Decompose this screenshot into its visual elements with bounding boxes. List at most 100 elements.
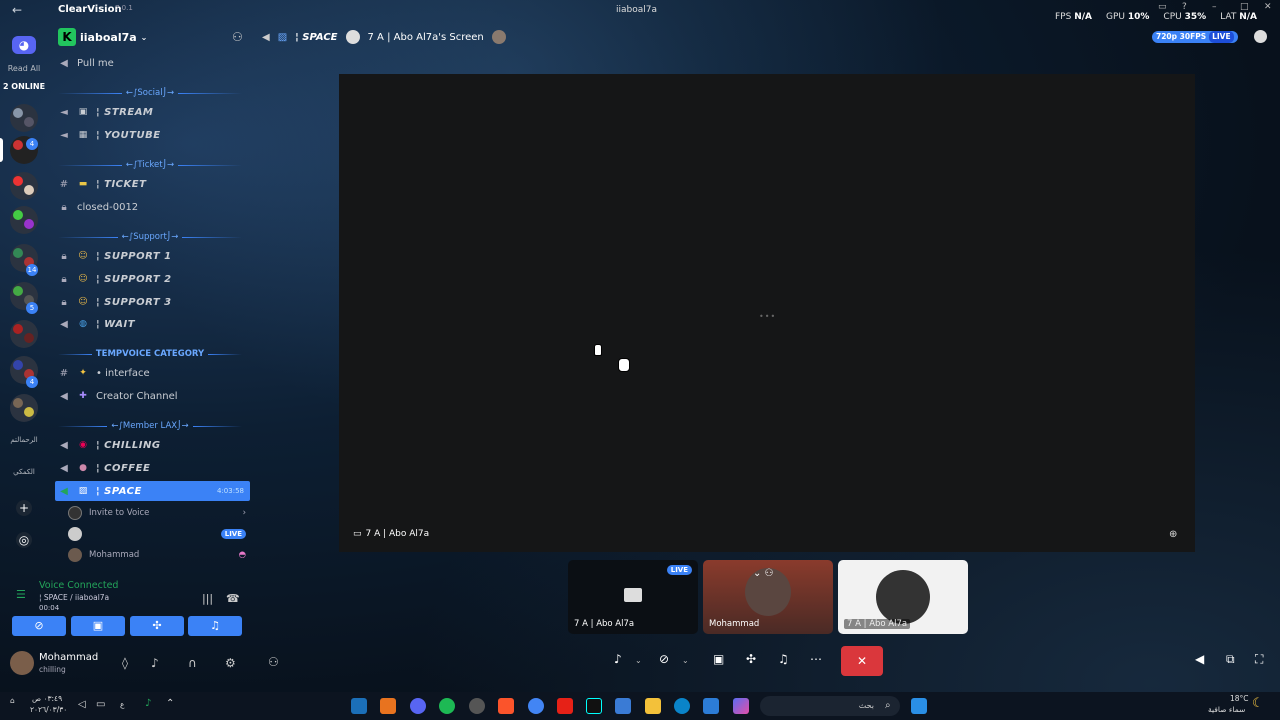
channel-chilling[interactable]: ◀ ◉ ¦ CHILLING [58, 435, 248, 455]
search-input[interactable]: بحث [760, 696, 900, 716]
store-app-icon[interactable] [615, 698, 631, 714]
screen-share-button[interactable]: ▣ [71, 616, 125, 636]
disconnect-icon[interactable]: ☎ [226, 592, 240, 605]
voice-status[interactable]: Voice Connected [39, 580, 118, 591]
microphone-icon[interactable]: ♪ [151, 656, 159, 670]
zoom-icon[interactable]: ⊕ [1169, 529, 1177, 540]
activities-icon[interactable]: ✣ [746, 652, 756, 666]
add-friend-icon[interactable]: ⚇ [268, 655, 279, 669]
maximize-icon[interactable]: □ [1240, 2, 1249, 12]
text-server[interactable]: الكمكي [0, 468, 48, 476]
voice-member[interactable]: Mohammad ◓ [68, 546, 246, 564]
channel-support-2[interactable]: 🔒︎ ☺ ¦ SUPPORT 2 [58, 269, 248, 289]
language-indicator[interactable]: ع [120, 700, 124, 709]
participant-tile[interactable]: 7 A | Abo Al7a [838, 560, 968, 634]
participant-tile[interactable]: LIVE 7 A | Abo Al7a [568, 560, 698, 634]
read-all-button[interactable]: Read All [0, 64, 48, 73]
add-member-icon[interactable]: ⚇ [232, 30, 243, 44]
category-tempvoice[interactable]: TEMPVOICE CATEGORY [58, 348, 243, 360]
screen-share-icon[interactable]: ▣ [713, 652, 724, 666]
voice-channel[interactable]: ¦ SPACE / iiaboal7a [39, 593, 109, 602]
steelseries-app-icon[interactable] [469, 698, 485, 714]
noise-suppression-icon[interactable]: ||| [202, 592, 213, 605]
server-icon[interactable] [10, 104, 38, 132]
avatar[interactable] [10, 651, 34, 675]
inbox-icon[interactable]: ▭ [1158, 2, 1167, 12]
speaker-icon[interactable]: ◁ [78, 699, 86, 710]
youtube-app-icon[interactable] [557, 698, 573, 714]
channel-closed[interactable]: 🔒︎ closed-0012 [58, 197, 248, 217]
gamepad-icon[interactable]: ◊ [122, 656, 128, 670]
microphone-icon[interactable]: ♪ [145, 698, 151, 709]
channel-youtube[interactable]: ◄ ▦ ¦ YOUTUBE [58, 125, 248, 145]
more-icon[interactable]: ⋯ [810, 652, 822, 666]
voice-member[interactable]: LIVE [68, 525, 246, 543]
chevron-up-icon[interactable]: ⌃ [166, 698, 174, 709]
chat-icon[interactable] [1254, 30, 1267, 43]
server-folder-icon[interactable] [10, 172, 38, 200]
channel-stream[interactable]: ◄ ▣ ¦ STREAM [58, 102, 248, 122]
invite-to-voice[interactable]: Invite to Voice › [68, 504, 246, 522]
participant-tile[interactable]: ⌄ ⚇ Mohammad [703, 560, 833, 634]
file-explorer-icon[interactable] [645, 698, 661, 714]
leave-call-button[interactable]: ✕ [841, 646, 883, 676]
volume-icon[interactable]: ◀ [1195, 652, 1204, 666]
brave-app-icon[interactable] [498, 698, 514, 714]
server-folder-icon[interactable] [10, 206, 38, 234]
channel-pull-me[interactable]: ◀ Pull me [58, 53, 248, 73]
category-social[interactable]: ←∫Social⌡→ [58, 87, 242, 99]
channel-support-1[interactable]: 🔒︎ ☺ ¦ SUPPORT 1 [58, 246, 248, 266]
channel-interface[interactable]: # ✦ • interface [58, 363, 248, 383]
server-icon[interactable] [10, 320, 38, 348]
text-server[interactable]: الرحمالتم [0, 436, 48, 444]
spotify-app-icon[interactable] [439, 698, 455, 714]
weather-temp[interactable]: 18°C [1230, 694, 1249, 703]
signal-icon[interactable]: ☰ [16, 588, 26, 601]
steam-app-icon[interactable] [351, 698, 367, 714]
copilot-app-icon[interactable] [733, 698, 749, 714]
server-header[interactable]: K iiaboal7a ⌄ [58, 28, 147, 46]
taskbar-tray-icon[interactable]: ⌂ [10, 696, 15, 705]
weather-desc[interactable]: سماء صافية [1208, 705, 1245, 714]
soundboard-button[interactable]: ♫ [188, 616, 242, 636]
close-icon[interactable]: ✕ [1264, 2, 1272, 12]
add-server-icon[interactable]: + [16, 500, 32, 516]
category-member-lax[interactable]: ←∫Member LAX⌡→ [58, 420, 242, 432]
edge-app-icon[interactable] [674, 698, 690, 714]
minimize-icon[interactable]: – [1212, 2, 1217, 12]
chevron-down-icon[interactable]: ⌄ [682, 656, 689, 665]
camera-off-button[interactable]: ⊘ [12, 616, 66, 636]
channel-coffee[interactable]: ◀ ● ¦ COFFEE [58, 458, 248, 478]
activities-button[interactable]: ✣ [130, 616, 184, 636]
windows-start-icon[interactable] [911, 698, 927, 714]
clock-date[interactable]: ٢٠٢٦/٠٣/٣٠ [30, 705, 67, 714]
discord-app-icon[interactable] [410, 698, 426, 714]
mail-app-icon[interactable] [703, 698, 719, 714]
help-icon[interactable]: ? [1182, 2, 1187, 12]
user-name[interactable]: Mohammad [39, 652, 98, 663]
headphones-icon[interactable]: ∩ [188, 656, 197, 670]
channel-space[interactable]: ◀ ▨ ¦ SPACE 4:03:58 [55, 481, 250, 501]
microphone-icon[interactable]: ♪ [614, 652, 622, 666]
chevron-down-icon[interactable]: ⌄ [635, 656, 642, 665]
channel-ticket[interactable]: # ▬ ¦ TICKET [58, 174, 248, 194]
network-icon[interactable]: ▭ [96, 699, 105, 710]
tiktok-app-icon[interactable] [586, 698, 602, 714]
back-arrow-icon[interactable]: ← [12, 3, 22, 17]
tile-controls-icon[interactable]: ⌄ ⚇ [753, 568, 774, 579]
channel-creator[interactable]: ◀ ✚ Creator Channel [58, 386, 248, 406]
chrome-app-icon[interactable] [528, 698, 544, 714]
discord-home-icon[interactable]: ◕ [12, 36, 36, 54]
stream-viewer[interactable]: ••• ▭ 7 A | Abo Al7a ⊕ [339, 74, 1195, 552]
camera-off-icon[interactable]: ⊘ [659, 652, 669, 666]
fullscreen-icon[interactable]: ⛶ [1255, 652, 1263, 667]
discover-icon[interactable]: ◎ [16, 532, 32, 548]
gear-icon[interactable]: ⚙ [225, 656, 236, 670]
category-support[interactable]: ←∫Support⌡→ [58, 231, 243, 243]
app-icon[interactable] [380, 698, 396, 714]
channel-support-3[interactable]: 🔒︎ ☺ ¦ SUPPORT 3 [58, 292, 248, 312]
channel-wait[interactable]: ◀ ◍ ¦ WAIT [58, 314, 248, 334]
popout-icon[interactable]: ⧉ [1226, 652, 1235, 667]
server-folder-icon[interactable] [10, 394, 38, 422]
clock-time[interactable]: ٠٣:٤٩ ص [32, 694, 62, 703]
